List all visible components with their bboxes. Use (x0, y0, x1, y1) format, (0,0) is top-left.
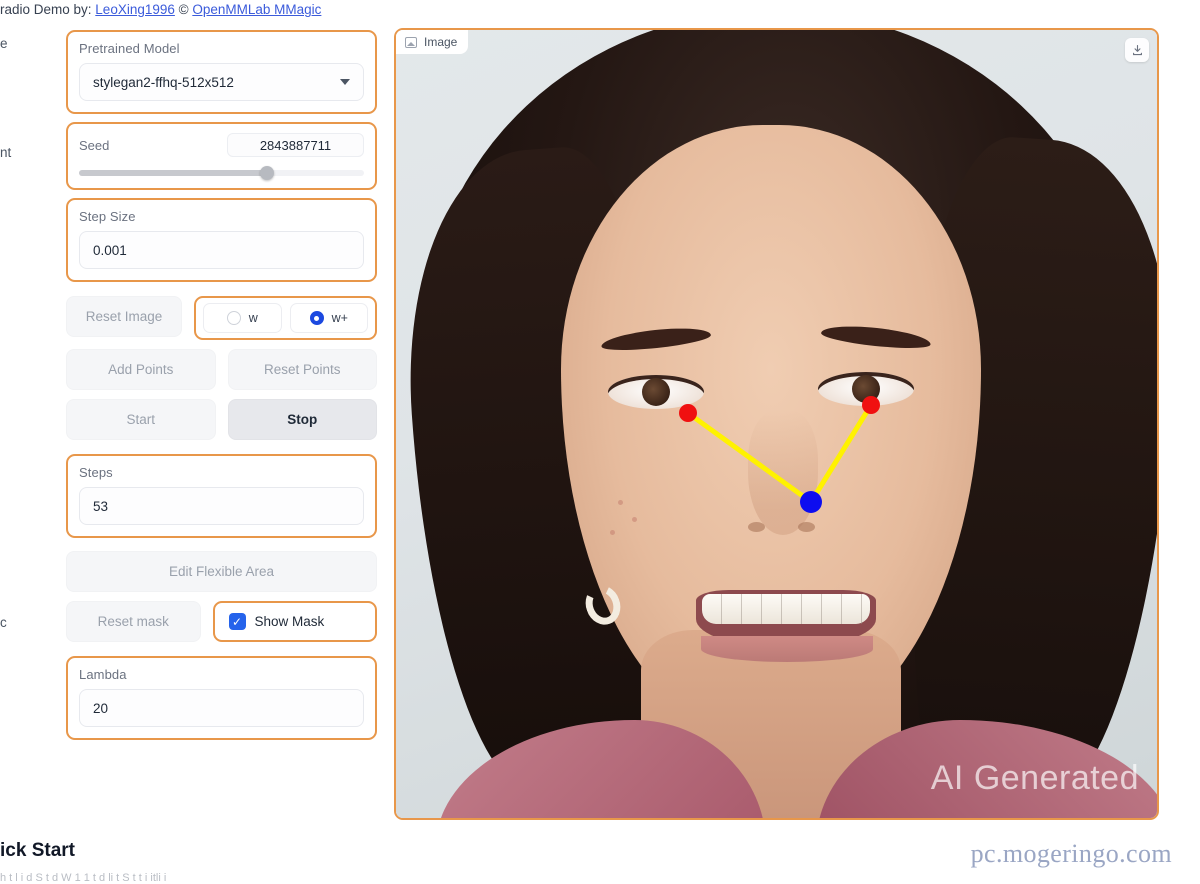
lambda-input[interactable]: 20 (79, 689, 364, 727)
edge-label-image: e (0, 36, 8, 51)
seed-row: Seed 2843887711 (79, 133, 364, 157)
show-mask-label: Show Mask (254, 614, 325, 629)
author-link[interactable]: LeoXing1996 (95, 2, 175, 17)
seed-slider-fill (79, 170, 268, 176)
pretrained-model-select[interactable]: stylegan2-ffhq-512x512 (79, 63, 364, 101)
drag-handle-point-1[interactable] (679, 404, 697, 422)
drag-handle-point-2[interactable] (862, 396, 880, 414)
reset-points-button[interactable]: Reset Points (227, 349, 377, 390)
image-panel[interactable]: Image AI Generated (394, 28, 1159, 820)
org-link[interactable]: OpenMMLab MMagic (192, 2, 321, 17)
reset-image-row: Reset Image w w+ (66, 296, 377, 340)
steps-input[interactable]: 53 (79, 487, 364, 525)
seed-slider-thumb[interactable] (260, 166, 275, 180)
start-button[interactable]: Start (66, 399, 216, 440)
drag-points-layer[interactable] (396, 30, 1157, 818)
seed-value-input[interactable]: 2843887711 (227, 133, 364, 157)
drag-target-point[interactable] (800, 491, 822, 513)
edge-label-mask: c (0, 615, 7, 630)
radio-option-w[interactable]: w (203, 303, 282, 333)
reset-mask-button[interactable]: Reset mask (66, 601, 201, 642)
pretrained-model-card: Pretrained Model stylegan2-ffhq-512x512 (66, 30, 377, 114)
controls-column: Pretrained Model stylegan2-ffhq-512x512 … (66, 30, 377, 748)
quick-start-body: h t l i d S t d W 1 1 t d li t S t t i i… (0, 872, 167, 884)
radio-option-w-plus[interactable]: w+ (289, 303, 368, 333)
site-watermark: pc.mogeringo.com (970, 839, 1172, 868)
credit-separator: © (174, 2, 193, 17)
quick-start-heading: ick Start (0, 840, 75, 861)
seed-slider[interactable] (79, 166, 364, 180)
step-size-card: Step Size 0.001 (66, 198, 377, 282)
edit-flexible-area-button[interactable]: Edit Flexible Area (66, 551, 377, 592)
stop-button[interactable]: Stop (227, 399, 377, 440)
chevron-down-icon (340, 79, 350, 85)
radio-option-w-plus-label: w+ (331, 311, 348, 325)
reset-image-button[interactable]: Reset Image (66, 296, 182, 337)
lambda-card: Lambda 20 (66, 656, 377, 740)
radio-option-w-label: w (248, 311, 258, 325)
steps-label: Steps (79, 465, 113, 480)
latent-space-radio-group: w w+ (194, 296, 377, 340)
step-size-input[interactable]: 0.001 (79, 231, 364, 269)
show-mask-checkbox[interactable]: ✓ (228, 613, 246, 630)
demo-credit-bar: radio Demo by: LeoXing1996 © OpenMMLab M… (0, 0, 1200, 20)
points-button-row: Add Points Reset Points (66, 349, 377, 390)
credit-prefix: radio Demo by: (0, 2, 96, 17)
run-button-row: Start Stop (66, 399, 377, 440)
radio-selected-icon (309, 311, 324, 325)
mask-row: Reset mask ✓ Show Mask (66, 601, 377, 642)
seed-label: Seed (79, 137, 110, 153)
edge-label-point: nt (0, 145, 12, 160)
radio-unselected-icon (226, 311, 241, 325)
steps-card: Steps 53 (66, 454, 377, 538)
seed-card: Seed 2843887711 (66, 122, 377, 190)
lambda-label: Lambda (79, 667, 127, 682)
pretrained-model-value: stylegan2-ffhq-512x512 (93, 74, 234, 90)
add-points-button[interactable]: Add Points (66, 349, 216, 390)
step-size-label: Step Size (79, 209, 136, 224)
show-mask-control[interactable]: ✓ Show Mask (212, 601, 377, 642)
pretrained-model-label: Pretrained Model (79, 41, 180, 56)
